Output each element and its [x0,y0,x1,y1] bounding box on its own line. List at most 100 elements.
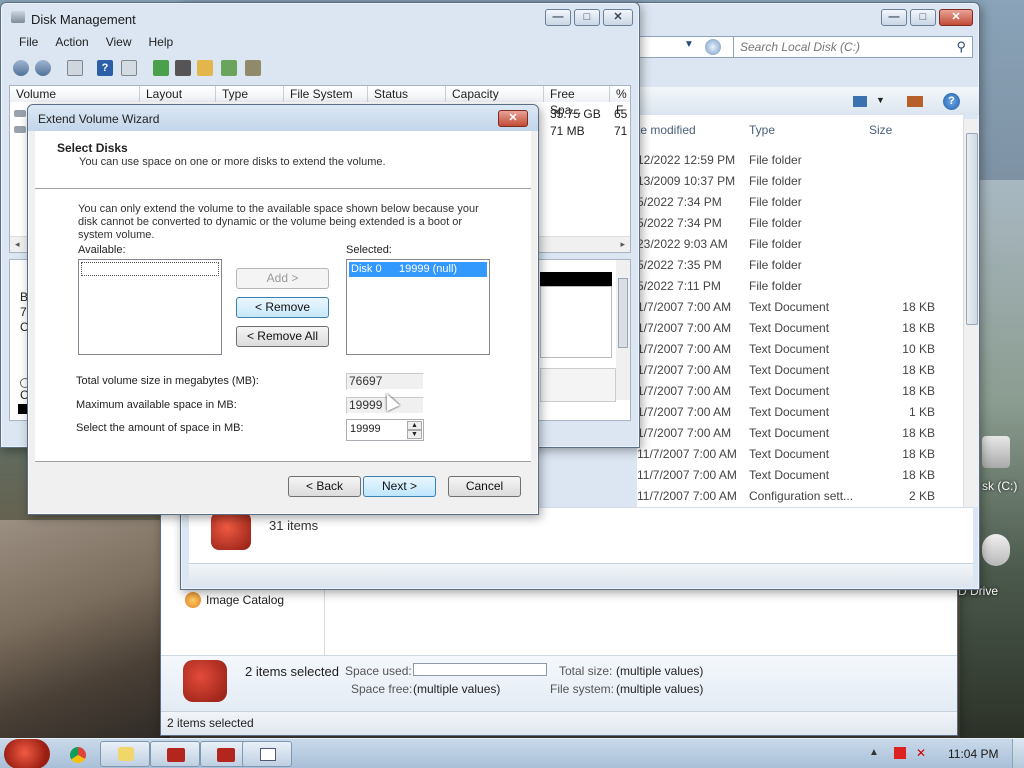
selected-listbox[interactable]: Disk 0 19999 (null) [346,259,490,355]
dm-app-icon [11,11,25,23]
back-button[interactable]: < Back [288,476,361,497]
disk-pane-scroll-thumb[interactable] [618,278,628,348]
column-type[interactable]: Type [749,123,775,137]
amount-label: Select the amount of space in MB: [76,422,244,434]
show-hidden-icons[interactable]: ▲ [869,747,879,758]
file-type: Text Document [749,384,830,398]
col-layout[interactable]: Layout [140,86,216,102]
address-dropdown-icon[interactable]: ▼ [684,39,694,50]
show-desktop-button[interactable] [1012,739,1024,768]
file-list-scrollbar[interactable] [963,119,979,507]
col-status[interactable]: Status [368,86,446,102]
file-type: File folder [749,216,802,230]
wizard-info-text: You can only extend the volume to the av… [78,203,479,241]
open-folder-icon[interactable] [197,60,213,76]
taskbar-explorer[interactable] [100,741,150,767]
preview-pane-icon[interactable] [907,96,923,107]
forward-arrow-icon[interactable] [35,60,51,76]
clock[interactable]: 11:04 PM [948,747,998,761]
dm-minimize-button[interactable]: — [545,9,571,26]
help-icon[interactable]: ? [943,93,960,110]
add-button[interactable]: Add > [236,268,329,289]
volume-icon [14,110,26,117]
selected-label: Selected: [346,244,392,256]
file-date: 11/7/2007 7:00 AM [637,468,737,482]
volume-muted-icon[interactable]: ✕ [916,746,926,760]
help-topic-icon[interactable]: ? [97,60,113,76]
col-volume[interactable]: Volume [10,86,140,102]
search-box[interactable]: Search Local Disk (C:) ⚲ [733,36,973,58]
drive-thumbnail-icon [183,660,227,702]
desktop-drive-icon[interactable] [982,436,1010,468]
window-icon [260,748,276,761]
start-button[interactable] [4,739,50,768]
col-file-system[interactable]: File System [284,86,368,102]
refresh-icon[interactable] [705,39,721,55]
tray-app-icon[interactable] [894,747,906,759]
column-size[interactable]: Size [869,123,892,137]
col-free-space[interactable]: Free Spa... [544,86,610,117]
remove-all-button[interactable]: < Remove All [236,326,329,347]
menu-help[interactable]: Help [149,35,174,49]
close-button[interactable]: ✕ [939,9,973,26]
available-listbox[interactable] [78,259,222,355]
file-date: 1/7/2007 7:00 AM [637,405,732,419]
amount-input[interactable]: 19999 [350,423,381,435]
menu-view[interactable]: View [106,35,132,49]
view-options-icon[interactable] [853,96,867,107]
menu-action[interactable]: Action [55,35,88,49]
taskbar-wizard[interactable] [242,741,292,767]
taskbar-disk-management[interactable] [150,741,200,767]
next-button[interactable]: Next > [363,476,436,497]
drive-angry-bird-icon [211,512,251,550]
dm-maximize-button[interactable]: □ [574,9,600,26]
scroll-left-icon[interactable]: ◂ [15,239,20,250]
view-dropdown-icon[interactable]: ▼ [876,95,885,105]
cancel-button[interactable]: Cancel [448,476,521,497]
selected-item-disk0[interactable]: Disk 0 19999 (null) [349,262,487,277]
wizard-close-button[interactable]: ✕ [498,110,528,127]
properties-icon[interactable] [121,60,137,76]
remove-button[interactable]: < Remove [236,297,329,318]
file-date: 5/2022 7:34 PM [637,216,722,230]
dm-titlebar: Disk Management — □ ✕ [1,3,639,33]
show-hide-console-icon[interactable] [67,60,83,76]
desktop-wallpaper-rocks [0,520,170,738]
search-disk-icon[interactable] [221,60,237,76]
partition-block[interactable] [540,286,612,358]
row2-pct: 71 [614,124,628,138]
file-date: 1/7/2007 7:00 AM [637,321,732,335]
back-arrow-icon[interactable] [13,60,29,76]
amount-spinner[interactable]: 19999 ▲ ▼ [346,419,424,441]
spin-up-icon[interactable]: ▲ [407,421,422,430]
menu-file[interactable]: File [19,35,38,49]
desktop-dvd-icon[interactable] [982,534,1010,566]
scroll-thumb[interactable] [966,133,978,325]
minimize-button[interactable]: — [881,9,907,26]
file-date: 5/2022 7:34 PM [637,195,722,209]
search-icon[interactable]: ⚲ [956,39,966,55]
file-type: File folder [749,279,802,293]
maximize-button[interactable]: □ [910,9,936,26]
taskbar-chrome[interactable] [56,741,98,767]
col-capacity[interactable]: Capacity [446,86,544,102]
rescan-icon[interactable] [175,60,191,76]
dm-close-button[interactable]: ✕ [603,9,633,26]
spin-down-icon[interactable]: ▼ [407,430,422,439]
col-percent-free[interactable]: % F [610,86,630,117]
image-catalog-item[interactable]: Image Catalog [206,593,284,607]
settings-icon[interactable] [245,60,261,76]
disk-pane-scrollbar[interactable] [616,260,630,400]
file-type: File folder [749,237,802,251]
file-date: 11/7/2007 7:00 AM [637,489,737,503]
explorer-details-pane: 31 items [189,507,973,563]
desktop-label-drive: sk (C:) [982,479,1018,493]
file-type: Text Document [749,447,830,461]
file-type: File folder [749,195,802,209]
refresh-icon[interactable] [153,60,169,76]
scroll-right-icon[interactable]: ▸ [620,239,625,250]
file-date: 1/7/2007 7:00 AM [637,342,732,356]
col-type[interactable]: Type [216,86,284,102]
column-date-modified[interactable]: te modified [637,123,696,137]
file-type: Text Document [749,405,830,419]
